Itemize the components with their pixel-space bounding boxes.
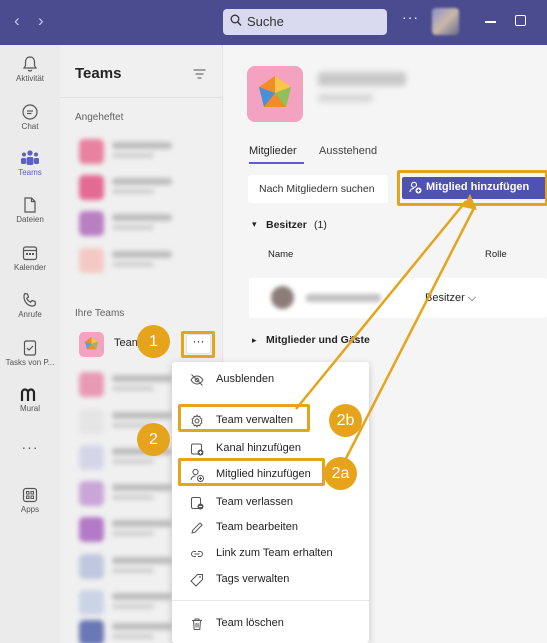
step-badge-2: 2 [137, 423, 170, 456]
annotation-arrows [295, 194, 477, 477]
highlight-add-member-button [397, 170, 547, 206]
highlight-more-button [181, 331, 215, 358]
step-badge-1: 1 [137, 325, 170, 358]
highlight-add-member-item [178, 458, 325, 486]
arrow-line [295, 200, 467, 410]
highlight-manage-team [178, 404, 310, 432]
step-badge-2b: 2b [329, 404, 362, 437]
step-badge-2a: 2a [324, 457, 357, 490]
arrow-line [335, 205, 477, 477]
